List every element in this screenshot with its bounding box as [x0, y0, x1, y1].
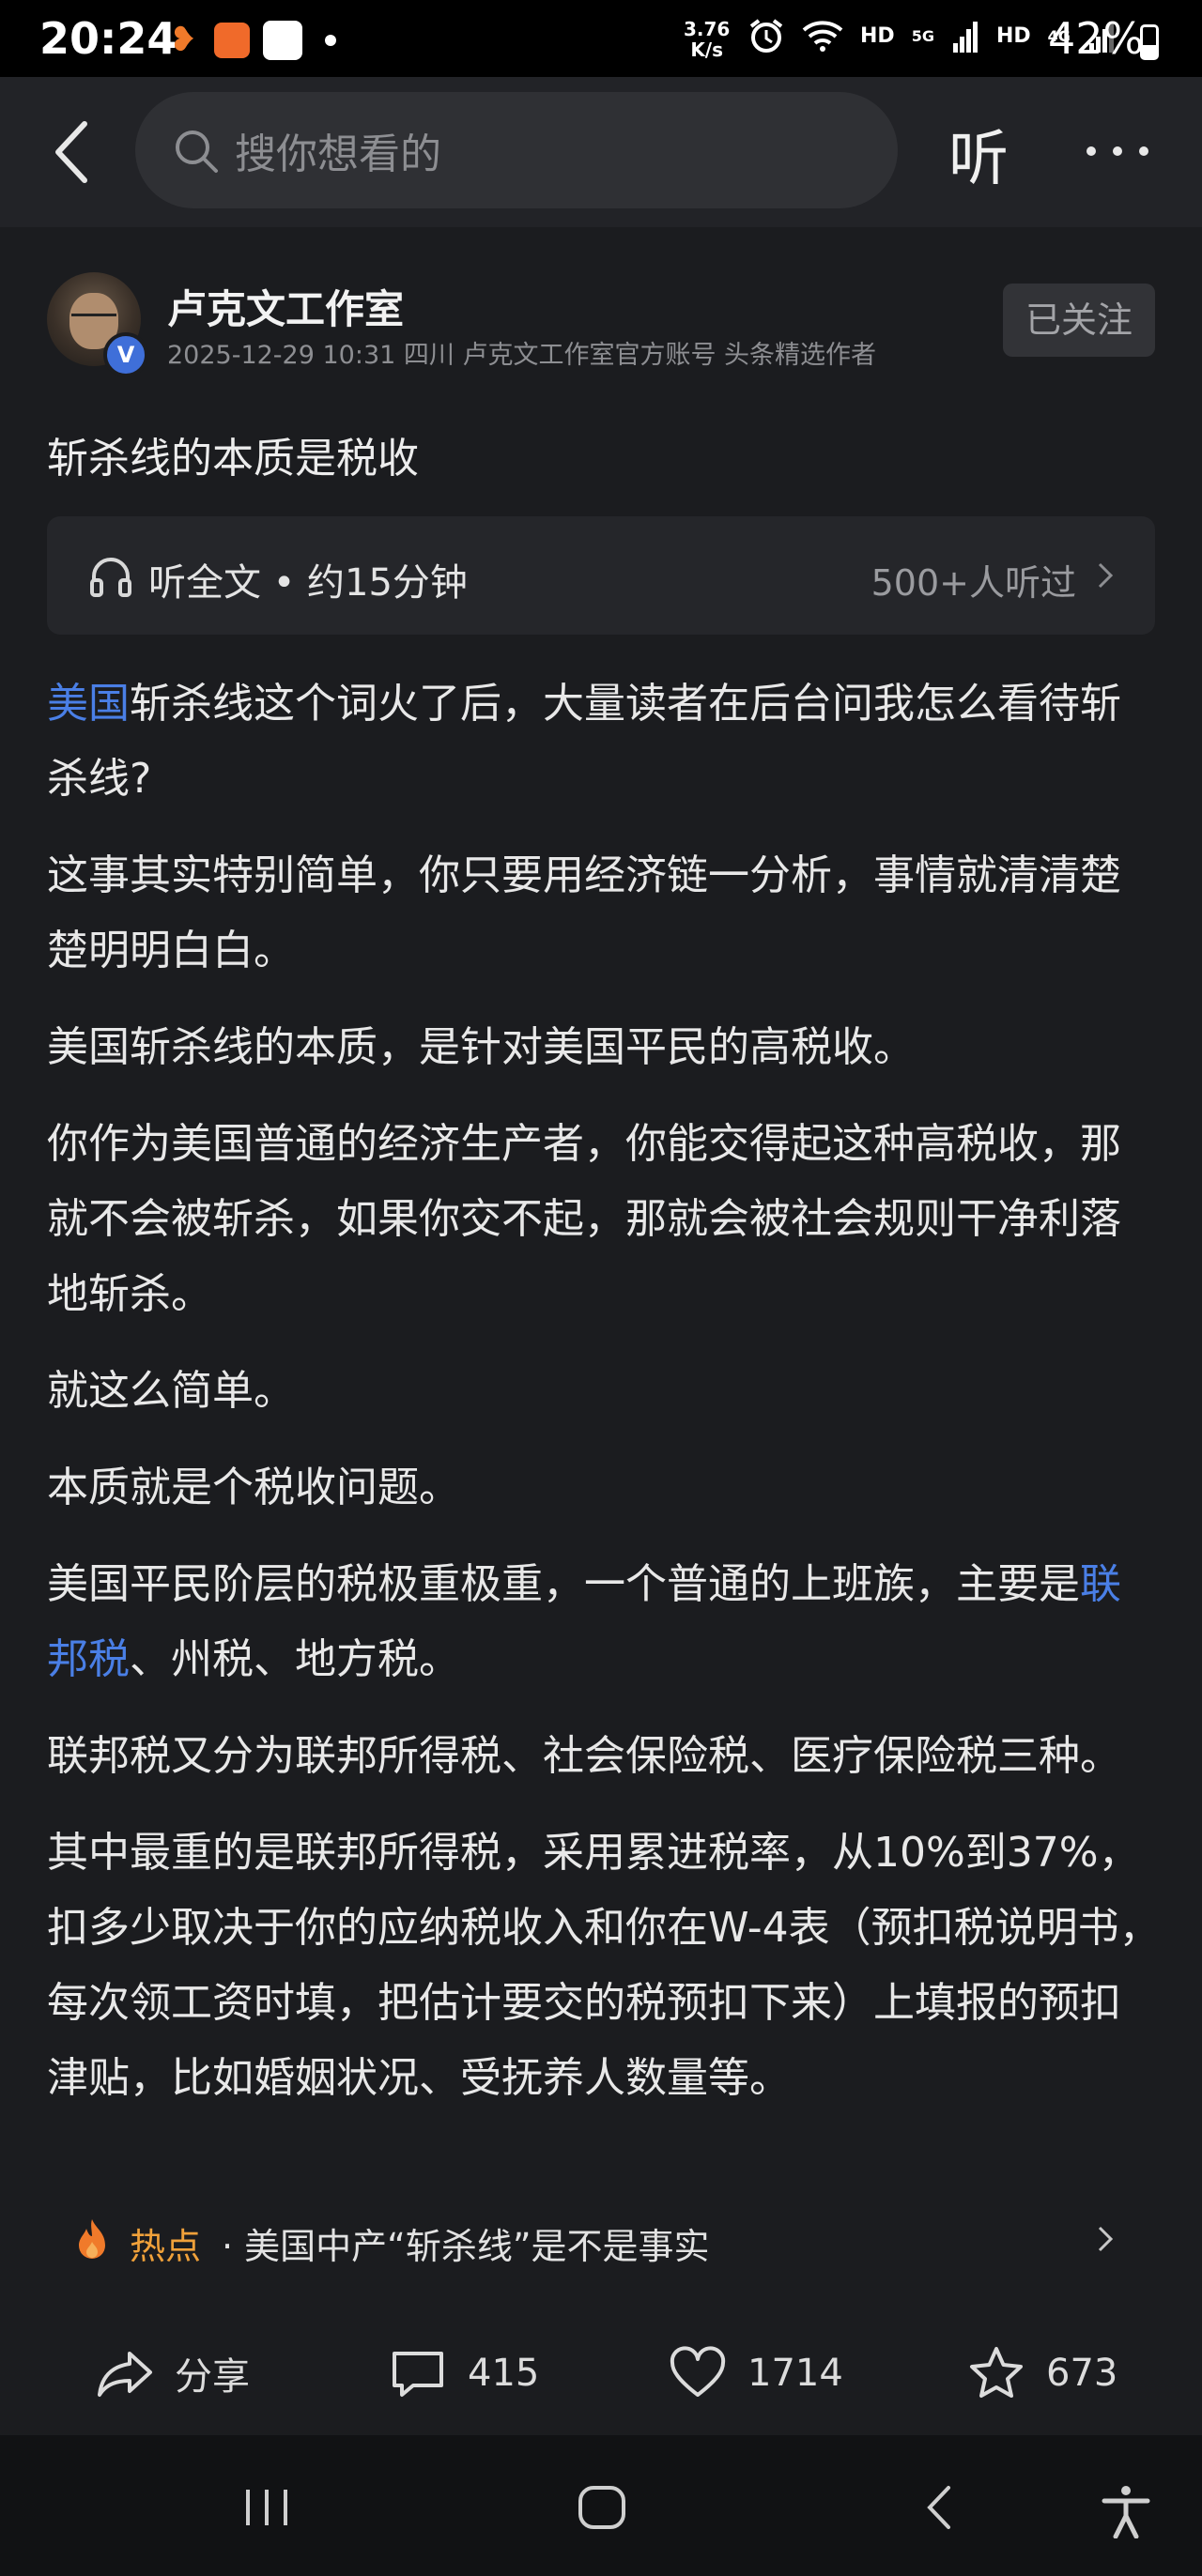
chevron-right-icon: [1098, 2226, 1114, 2252]
comment-icon: [393, 2352, 443, 2397]
back-nav-icon[interactable]: [920, 2484, 958, 2531]
battery-percent: 42%: [1048, 13, 1145, 64]
share-label: 分享: [175, 2355, 250, 2399]
listen-full-article-card[interactable]: 听全文 • 约15分钟 500+人听过: [47, 516, 1155, 635]
listen-button[interactable]: 听: [948, 111, 1009, 197]
author-meta: 2025-12-29 10:31 四川 卢克文工作室官方账号 头条精选作者: [167, 341, 877, 370]
avatar-glasses: [71, 314, 116, 328]
battery-icon: [1140, 24, 1159, 60]
listen-card-label: 听全文 • 约15分钟: [148, 561, 468, 605]
hot-topic-link[interactable]: 热点 · 美国中产“斩杀线”是不是事实: [47, 2206, 1155, 2272]
system-navigation-bar: [0, 2435, 1202, 2576]
paragraph-7: 美国平民阶层的税极重极重，一个普通的上班族，主要是联邦税、州税、地方税。: [47, 1547, 1161, 1697]
net-speed-value: 3.76: [684, 18, 731, 40]
net-type-1: 5G: [911, 26, 934, 45]
toutiao-icon: [263, 21, 302, 60]
share-icon: [98, 2352, 152, 2397]
verified-badge-icon: V: [103, 332, 148, 377]
wifi-icon: [802, 21, 843, 52]
top-navigation: 搜你想看的 听: [0, 77, 1202, 227]
flame-icon: [79, 2219, 105, 2259]
favorite-button[interactable]: 673: [967, 2336, 1117, 2411]
accessibility-icon[interactable]: [1101, 2484, 1151, 2538]
paragraph-1-text: 斩杀线这个词火了后，大量读者在后台问我怎么看待斩杀线?: [47, 680, 1121, 803]
signal-icon: [952, 22, 978, 53]
like-count: 1714: [747, 2352, 843, 2395]
follow-button[interactable]: 已关注: [1003, 284, 1155, 357]
hd-label-2: HD: [995, 23, 1031, 48]
search-bar[interactable]: 搜你想看的: [135, 92, 898, 208]
share-button[interactable]: 分享: [96, 2336, 250, 2411]
back-arrow-icon[interactable]: [47, 116, 100, 188]
author-name[interactable]: 卢克文工作室: [167, 278, 404, 335]
home-icon[interactable]: [577, 2484, 627, 2531]
paragraph-2: 这事其实特别简单，你只要用经济链一分析，事情就清清楚楚明明白白。: [47, 851, 1121, 974]
comment-count: 415: [468, 2352, 540, 2395]
headphones-icon: [90, 558, 131, 597]
more-options-icon[interactable]: [1082, 137, 1153, 165]
alarm-icon: [749, 19, 783, 53]
link-usa[interactable]: 美国: [47, 680, 130, 728]
paragraph-5: 就这么简单。: [47, 1367, 295, 1415]
search-placeholder: 搜你想看的: [235, 130, 441, 178]
hot-topic-text: · 美国中产“斩杀线”是不是事实: [222, 2226, 710, 2267]
action-bar: 分享 415 1714 673: [0, 2319, 1202, 2431]
chevron-right-icon: [1098, 562, 1114, 589]
gift-app-icon: [214, 23, 250, 58]
paragraph-3: 美国斩杀线的本质，是针对美国平民的高税收。: [47, 1023, 915, 1071]
article-title: 斩杀线的本质是税收: [47, 435, 419, 483]
paragraph-1: 美国斩杀线这个词火了后，大量读者在后台问我怎么看待斩杀线?: [47, 667, 1161, 817]
net-speed: 3.76 K/s: [684, 19, 730, 60]
paragraph-7-start: 美国平民阶层的税极重极重，一个普通的上班族，主要是: [47, 1560, 1080, 1608]
net-speed-unit: K/s: [690, 38, 724, 61]
paragraph-6: 本质就是个税收问题。: [47, 1464, 460, 1511]
star-icon: [970, 2347, 1023, 2398]
status-app-icons: ❥: [165, 21, 336, 60]
paragraph-7-end: 、州税、地方税。: [130, 1635, 460, 1683]
heart-icon: [670, 2346, 726, 2397]
like-button[interactable]: 1714: [669, 2336, 843, 2411]
hot-label: 热点: [130, 2226, 202, 2267]
notification-dot: [325, 35, 336, 46]
paragraph-4: 你作为美国普通的经济生产者，你能交得起这种高税收，那就不会被斩杀，如果你交不起，…: [47, 1120, 1121, 1318]
paragraph-9: 其中最重的是联邦所得税，采用累进税率，从10%到37%，扣多少取决于你的应纳税收…: [47, 1829, 1161, 2102]
recent-apps-icon[interactable]: [240, 2484, 293, 2531]
listen-count: 500+人听过: [871, 562, 1076, 604]
paragraph-8: 联邦税又分为联邦所得税、社会保险税、医疗保险税三种。: [47, 1732, 1121, 1780]
hd-label-1: HD: [860, 23, 895, 48]
comment-button[interactable]: 415: [389, 2336, 539, 2411]
article-body: 美国斩杀线这个词火了后，大量读者在后台问我怎么看待斩杀线? 这事其实特别简单，你…: [47, 667, 1161, 2138]
status-bar: 20:24 ❥ 3.76 K/s HD 5G HD 4G 42%: [0, 0, 1202, 77]
search-icon: [176, 130, 218, 173]
tiktok-lite-icon: ❥: [168, 21, 198, 59]
status-time: 20:24: [39, 13, 177, 64]
favorite-count: 673: [1046, 2352, 1118, 2395]
